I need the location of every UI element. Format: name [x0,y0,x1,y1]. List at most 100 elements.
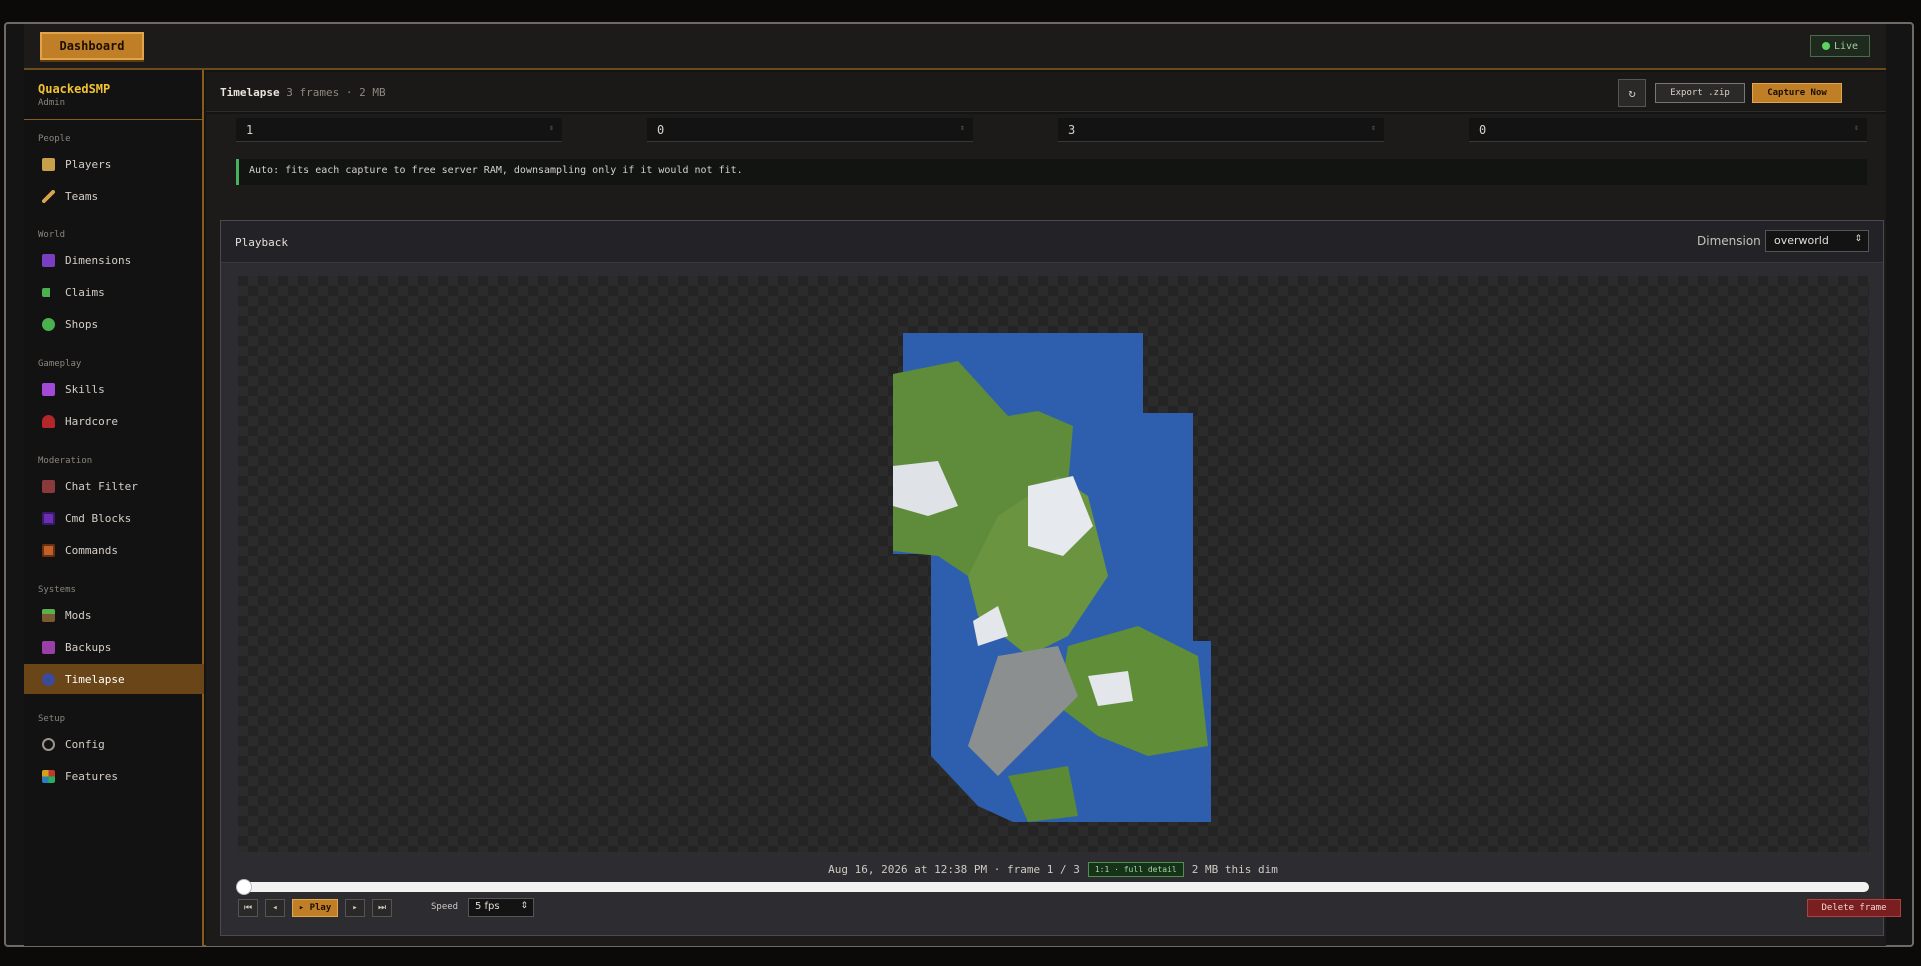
skills-icon [42,382,55,396]
playback-header: Playback Dimension overworld ⇕ [221,221,1883,263]
sidebar-item-backups[interactable]: Backups [24,632,204,662]
page-header: Timelapse 3 frames · 2 MB ↻ Export .zip … [206,72,1886,112]
timelapse-viewer[interactable] [238,276,1869,852]
delete-frame-button[interactable]: Delete frame [1807,899,1901,917]
capture-now-button[interactable]: Capture Now [1752,83,1842,103]
prev-frame-button[interactable]: ◂ [265,899,285,917]
last-frame-button[interactable]: ⏭ [372,899,392,917]
live-status-badge: Live [1810,35,1870,57]
sidebar-item-shops[interactable]: Shops [24,309,204,339]
page-title-text: Timelapse [220,86,280,99]
sidebar-item-label: Cmd Blocks [65,511,132,525]
sidebar-item-commands[interactable]: Commands [24,535,204,565]
section-moderation: Moderation [38,456,93,466]
spinner-icon[interactable]: ⇕ [549,123,554,132]
sidebar-item-skills[interactable]: Skills [24,374,204,404]
sidebar-item-label: Timelapse [65,672,125,686]
refresh-button[interactable]: ↻ [1618,79,1646,107]
dimension-value: overworld [1774,234,1829,247]
setting-value: 0 [657,123,665,137]
sidebar-item-label: Skills [65,382,105,396]
sidebar-item-config[interactable]: Config [24,729,204,759]
timelapse-icon [42,672,55,686]
dashboard-button[interactable]: Dashboard [40,32,144,60]
speed-select[interactable]: 5 fps ⇕ [468,898,534,917]
spinner-icon[interactable]: ⇕ [1371,123,1376,132]
sidebar: QuackedSMP Admin People Players Teams Wo… [24,70,204,946]
sidebar-item-features[interactable]: Features [24,761,204,791]
chat-filter-icon [42,479,55,493]
sidebar-item-dimensions[interactable]: Dimensions [24,245,204,275]
playback-title: Playback [235,236,288,249]
features-icon [42,769,55,783]
frame-timestamp: Aug 16, 2026 at 12:38 PM · frame 1 / 3 [828,863,1080,876]
next-frame-button[interactable]: ▸ [345,899,365,917]
mods-icon [42,608,55,622]
setting-input-2[interactable]: 0 ⇕ [647,118,973,142]
sidebar-item-chat-filter[interactable]: Chat Filter [24,471,204,501]
setting-value: 3 [1068,123,1076,137]
sidebar-item-hardcore[interactable]: Hardcore [24,406,204,436]
sidebar-item-teams[interactable]: Teams [24,181,204,211]
auto-fit-note: Auto: fits each capture to free server R… [236,159,1867,185]
frame-info: Aug 16, 2026 at 12:38 PM · frame 1 / 3 1… [221,862,1885,877]
dimensions-icon [42,253,55,267]
sidebar-item-label: Chat Filter [65,479,138,493]
setting-input-3[interactable]: 3 ⇕ [1058,118,1384,142]
export-zip-button[interactable]: Export .zip [1655,83,1745,103]
sidebar-item-label: Config [65,737,105,751]
main-content: 1 ⇕ 0 ⇕ 3 ⇕ 0 ⇕ Auto: fits each capture to f… [206,114,1901,946]
sidebar-item-label: Shops [65,317,99,331]
section-world: World [38,230,66,240]
page-title: Timelapse 3 frames · 2 MB [220,86,386,99]
section-systems: Systems [38,585,76,595]
spinner-icon[interactable]: ⇕ [1854,123,1859,132]
sidebar-item-label: Dimensions [65,253,132,267]
section-gameplay: Gameplay [38,359,82,369]
chevron-updown-icon: ⇕ [520,901,528,911]
sidebar-item-claims[interactable]: Claims [24,277,204,307]
setting-value: 1 [246,123,254,137]
dimension-size: 2 MB this dim [1191,863,1278,876]
sidebar-item-players[interactable]: Players [24,149,204,179]
sidebar-item-label: Mods [65,608,92,622]
speed-value: 5 fps [475,901,500,912]
play-button[interactable]: ▸ Play [292,899,338,917]
backups-icon [42,640,55,654]
playback-panel: Playback Dimension overworld ⇕ Aug 16, 2… [220,220,1901,936]
live-dot-icon [1821,42,1830,50]
heart-icon [42,414,55,428]
brand-role: Admin [38,98,66,108]
section-setup: Setup [38,714,66,724]
sidebar-item-label: Backups [65,640,112,654]
shops-icon [42,317,55,331]
sidebar-item-mods[interactable]: Mods [24,600,204,630]
teams-icon [42,189,55,203]
dimension-select[interactable]: overworld ⇕ [1765,230,1869,252]
config-gear-icon [42,737,55,751]
sidebar-item-label: Players [65,157,112,171]
setting-input-1[interactable]: 1 ⇕ [236,118,562,142]
sidebar-item-label: Teams [65,189,99,203]
first-frame-button[interactable]: ⏮ [238,899,258,917]
dimension-label: Dimension [1697,234,1761,248]
players-icon [42,157,55,171]
setting-value: 0 [1479,123,1487,137]
spinner-icon[interactable]: ⇕ [960,123,965,132]
detail-badge: 1:1 · full detail [1087,862,1184,877]
speed-label: Speed [431,902,459,912]
sidebar-item-label: Claims [65,285,105,299]
sidebar-item-timelapse[interactable]: Timelapse [24,664,204,694]
live-label: Live [1833,40,1859,52]
claims-flag-icon [42,287,55,297]
setting-input-4[interactable]: 0 ⇕ [1469,118,1867,142]
commands-icon [42,543,55,557]
world-map [893,333,1211,822]
sidebar-item-label: Hardcore [65,414,118,428]
sidebar-item-cmd-blocks[interactable]: Cmd Blocks [24,503,204,533]
chevron-updown-icon: ⇕ [1854,234,1862,244]
brand: QuackedSMP Admin [24,70,202,120]
frame-slider[interactable] [236,879,1869,895]
sidebar-item-label: Commands [65,543,118,557]
slider-thumb[interactable] [236,879,252,895]
